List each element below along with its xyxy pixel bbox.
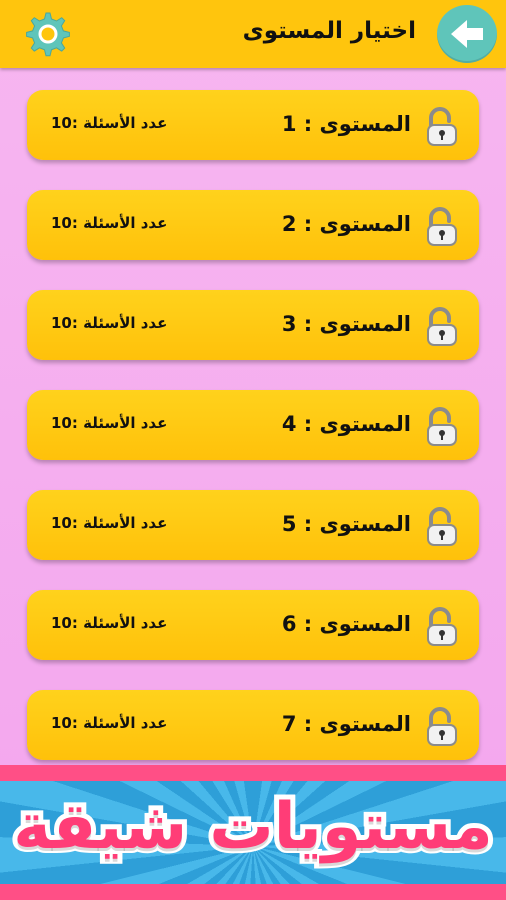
banner-top-stripe [0,765,506,781]
question-count: عدد الأسئلة :10 [51,214,168,232]
level-button-6[interactable]: المستوى : 6 عدد الأسئلة :10 [27,590,479,660]
level-button-5[interactable]: المستوى : 5 عدد الأسئلة :10 [27,490,479,560]
question-count: عدد الأسئلة :10 [51,614,168,632]
level-button-2[interactable]: المستوى : 2 عدد الأسئلة :10 [27,190,479,260]
level-button-7[interactable]: المستوى : 7 عدد الأسئلة :10 [27,690,479,760]
gear-icon[interactable] [23,9,73,59]
level-label: المستوى : 5 [281,512,411,536]
level-button-4[interactable]: المستوى : 4 عدد الأسئلة :10 [27,390,479,460]
unlocked-padlock-icon [427,707,457,746]
question-count: عدد الأسئلة :10 [51,314,168,332]
level-label: المستوى : 6 [281,612,411,636]
banner-text: مستويات شيقة [8,785,498,869]
banner-bottom-stripe [0,884,506,900]
question-count: عدد الأسئلة :10 [51,714,168,732]
unlocked-padlock-icon [427,307,457,346]
question-count: عدد الأسئلة :10 [51,414,168,432]
question-count: عدد الأسئلة :10 [51,114,168,132]
unlocked-padlock-icon [427,107,457,146]
page-title: اختيار المستوى [242,18,416,44]
unlocked-padlock-icon [427,407,457,446]
level-label: المستوى : 3 [281,312,411,336]
back-button[interactable] [437,5,497,63]
unlocked-padlock-icon [427,607,457,646]
level-label: المستوى : 4 [281,412,411,436]
arrow-back-icon [451,20,483,48]
unlocked-padlock-icon [427,507,457,546]
level-button-3[interactable]: المستوى : 3 عدد الأسئلة :10 [27,290,479,360]
level-label: المستوى : 2 [281,212,411,236]
level-label: المستوى : 7 [281,712,411,736]
level-label: المستوى : 1 [281,112,411,136]
top-bar: اختيار المستوى [0,0,506,68]
unlocked-padlock-icon [427,207,457,246]
question-count: عدد الأسئلة :10 [51,514,168,532]
level-button-1[interactable]: المستوى : 1 عدد الأسئلة :10 [27,90,479,160]
